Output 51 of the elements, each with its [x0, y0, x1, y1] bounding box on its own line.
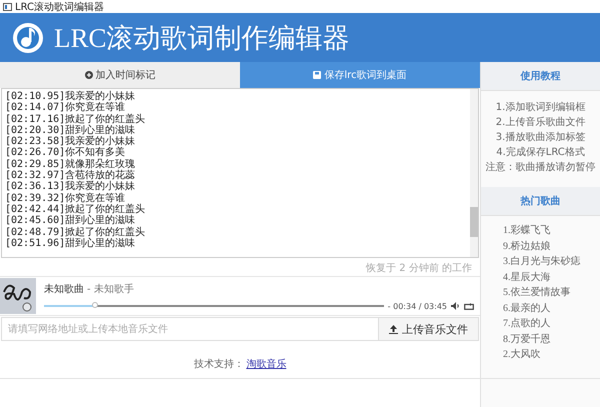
hot-song-item[interactable]: 7.点歌的人 [503, 316, 600, 332]
app-icon [3, 2, 12, 10]
hot-song-item[interactable]: 2.大风吹 [503, 347, 600, 362]
lyric-line: [02:36.13]我亲爱的小妹妹 [5, 181, 136, 192]
lyric-line: [02:17.16]掀起了你的红盖头 [5, 114, 146, 125]
lyric-line: [02:26.70]你不知有多美 [5, 147, 126, 158]
tutorial-step: 1.添加歌词到编辑框 [481, 100, 600, 115]
lyrics-editor[interactable] [1, 88, 479, 258]
tutorial-step: 4.完成保存LRC格式 [481, 145, 600, 160]
tutorial-step: 3.播放歌曲添加标签 [481, 130, 600, 145]
hot-song-item[interactable]: 1.彩蝶飞飞 [503, 223, 600, 238]
artist-name: - 未知歌手 [87, 282, 134, 296]
lyric-line: [02:51.96]甜到心里的滋味 [5, 238, 136, 250]
lyric-line: [02:20.30]甜到心里的滋味 [5, 124, 136, 136]
lyric-line: [02:48.79]掀起了你的红盖头 [5, 226, 146, 238]
toolbar-tab[interactable]: 加入时间标记 [0, 62, 240, 88]
support-link[interactable]: 淘歌音乐 [246, 359, 286, 370]
volume-icon[interactable] [451, 302, 460, 310]
plus-circle-icon [84, 71, 92, 79]
lyric-line: [02:42.44]掀起了你的红盖头 [5, 204, 146, 215]
loop-icon[interactable] [464, 302, 474, 310]
restore-note: 恢复于 2 分钟前 的工作 [364, 262, 473, 276]
hot-songs-heading: 热门歌曲 [481, 187, 600, 216]
lyric-line: [02:29.85]就像那朵红玫瑰 [5, 158, 136, 170]
window-title: LRC滚动歌词编辑器 [15, 0, 104, 14]
lyric-line: [02:14.07]你究竟在等谁 [5, 102, 126, 114]
music-note-icon [12, 22, 44, 54]
support-label: 技术支持： [194, 359, 244, 370]
hot-song-item[interactable]: 5.依兰爱情故事 [503, 285, 600, 300]
lyric-line: [02:32.97]含苞待放的花蕊 [5, 170, 136, 182]
save-icon [313, 71, 322, 79]
hot-song-item[interactable]: 6.最亲的人 [503, 300, 600, 316]
tutorial-step: 注意：歌曲播放请勿暂停 [481, 160, 600, 175]
playback-time: - 00:34 / 03:45 [388, 302, 447, 310]
lyric-line: [02:45.60]甜到心里的滋味 [5, 215, 136, 226]
upload-button[interactable]: 上传音乐文件 [378, 317, 479, 341]
app-title: LRC滚动歌词制作编辑器 [54, 22, 350, 54]
song-title: 未知歌曲 [44, 282, 84, 296]
scrollbar[interactable] [470, 89, 478, 257]
lyric-line: [02:39.32]你究竟在等谁 [5, 192, 126, 204]
tutorial-heading: 使用教程 [481, 62, 600, 91]
lyric-line: [02:10.95]我亲爱的小妹妹 [5, 91, 136, 102]
lyric-line: [02:23.58]我亲爱的小妹妹 [5, 136, 136, 148]
upload-icon [389, 324, 398, 334]
url-input-field[interactable]: 请填写网络地址或上传本地音乐文件 [1, 317, 378, 341]
toolbar-tab[interactable]: 保存lrc歌词到桌面 [240, 62, 480, 88]
tutorial-step: 2.上传音乐歌曲文件 [481, 115, 600, 130]
hot-song-item[interactable]: 3.白月光与朱砂痣 [503, 254, 600, 270]
hot-song-item[interactable]: 8.万爱千恩 [503, 332, 600, 347]
hot-song-item[interactable]: 9.桥边姑娘 [503, 238, 600, 254]
hot-song-item[interactable]: 4.星辰大海 [503, 270, 600, 285]
